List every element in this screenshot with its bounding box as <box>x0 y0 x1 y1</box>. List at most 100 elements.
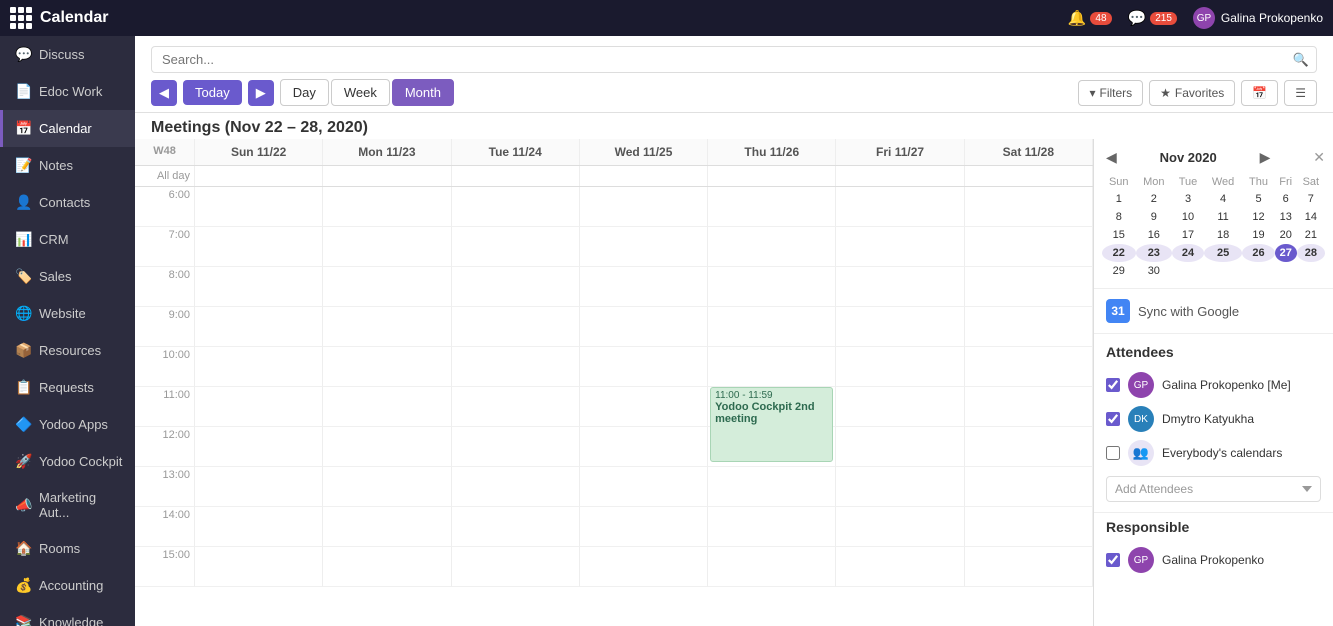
time-cell-8-6[interactable] <box>965 507 1093 547</box>
time-cell-7-1[interactable] <box>323 467 451 507</box>
mini-cal-day-1-4[interactable]: 5 <box>1242 190 1274 208</box>
mini-cal-day-4-0[interactable]: 22 <box>1102 244 1136 262</box>
time-cell-9-4[interactable] <box>708 547 836 587</box>
mini-cal-day-4-3[interactable]: 25 <box>1204 244 1242 262</box>
time-cell-7-4[interactable] <box>708 467 836 507</box>
sidebar-item-crm[interactable]: 📊 CRM <box>0 221 135 258</box>
time-cell-9-3[interactable] <box>580 547 708 587</box>
mini-cal-day-3-4[interactable]: 19 <box>1242 226 1274 244</box>
time-cell-0-3[interactable] <box>580 187 708 227</box>
time-cell-3-4[interactable] <box>708 307 836 347</box>
time-cell-9-2[interactable] <box>452 547 580 587</box>
notification-area[interactable]: 🔔 48 <box>1068 9 1112 27</box>
time-cell-4-2[interactable] <box>452 347 580 387</box>
mini-cal-day-1-3[interactable]: 4 <box>1204 190 1242 208</box>
time-cell-8-1[interactable] <box>323 507 451 547</box>
time-cell-5-6[interactable] <box>965 387 1093 427</box>
responsible-check[interactable] <box>1106 553 1120 567</box>
time-cell-2-1[interactable] <box>323 267 451 307</box>
grid-view-button[interactable]: 📅 <box>1241 80 1278 106</box>
mini-cal-day-3-1[interactable]: 16 <box>1136 226 1173 244</box>
time-cell-3-5[interactable] <box>836 307 964 347</box>
mini-cal-day-5-0[interactable]: 29 <box>1102 262 1136 280</box>
sidebar-item-notes[interactable]: 📝 Notes <box>0 147 135 184</box>
time-cell-4-0[interactable] <box>195 347 323 387</box>
time-cell-5-0[interactable] <box>195 387 323 427</box>
mini-cal-day-4-4[interactable]: 26 <box>1242 244 1274 262</box>
list-view-button[interactable]: ☰ <box>1284 80 1317 106</box>
time-cell-8-4[interactable] <box>708 507 836 547</box>
time-cell-9-0[interactable] <box>195 547 323 587</box>
sidebar-item-contacts[interactable]: 👤 Contacts <box>0 184 135 221</box>
time-cell-6-0[interactable] <box>195 427 323 467</box>
time-cell-3-2[interactable] <box>452 307 580 347</box>
time-cell-1-0[interactable] <box>195 227 323 267</box>
mini-cal-day-3-5[interactable]: 20 <box>1275 226 1297 244</box>
time-cell-5-5[interactable] <box>836 387 964 427</box>
add-attendees-select[interactable]: Add Attendees <box>1106 476 1321 502</box>
time-cell-7-6[interactable] <box>965 467 1093 507</box>
time-cell-5-3[interactable] <box>580 387 708 427</box>
mini-cal-day-2-2[interactable]: 10 <box>1172 208 1204 226</box>
everybody-check[interactable] <box>1106 446 1120 460</box>
time-cell-8-3[interactable] <box>580 507 708 547</box>
attendee-check-1[interactable] <box>1106 412 1120 426</box>
sidebar-item-resources[interactable]: 📦 Resources <box>0 332 135 369</box>
sidebar-item-discuss[interactable]: 💬 Discuss <box>0 36 135 73</box>
mini-cal-day-3-2[interactable]: 17 <box>1172 226 1204 244</box>
time-cell-2-0[interactable] <box>195 267 323 307</box>
time-cell-5-2[interactable] <box>452 387 580 427</box>
time-cell-2-3[interactable] <box>580 267 708 307</box>
time-cell-2-5[interactable] <box>836 267 964 307</box>
time-cell-1-1[interactable] <box>323 227 451 267</box>
mini-cal-day-1-0[interactable]: 1 <box>1102 190 1136 208</box>
sync-google-button[interactable]: 31 Sync with Google <box>1094 289 1333 334</box>
search-input[interactable] <box>151 46 1317 73</box>
time-cell-1-6[interactable] <box>965 227 1093 267</box>
time-cell-6-3[interactable] <box>580 427 708 467</box>
mini-cal-day-1-5[interactable]: 6 <box>1275 190 1297 208</box>
time-cell-9-6[interactable] <box>965 547 1093 587</box>
mini-cal-day-2-1[interactable]: 9 <box>1136 208 1173 226</box>
time-cell-1-2[interactable] <box>452 227 580 267</box>
mini-cal-day-2-0[interactable]: 8 <box>1102 208 1136 226</box>
time-cell-1-5[interactable] <box>836 227 964 267</box>
sidebar-item-edoc[interactable]: 📄 Edoc Work <box>0 73 135 110</box>
mini-cal-day-5-1[interactable]: 30 <box>1136 262 1173 280</box>
mini-cal-day-4-5[interactable]: 27 <box>1275 244 1297 262</box>
mini-cal-day-2-4[interactable]: 12 <box>1242 208 1274 226</box>
time-cell-0-6[interactable] <box>965 187 1093 227</box>
time-cell-4-3[interactable] <box>580 347 708 387</box>
sidebar-item-rooms[interactable]: 🏠 Rooms <box>0 530 135 567</box>
time-cell-4-4[interactable] <box>708 347 836 387</box>
sidebar-item-sales[interactable]: 🏷️ Sales <box>0 258 135 295</box>
time-cell-0-1[interactable] <box>323 187 451 227</box>
sidebar-item-yodoo-cockpit[interactable]: 🚀 Yodoo Cockpit <box>0 443 135 480</box>
time-cell-0-2[interactable] <box>452 187 580 227</box>
time-cell-6-1[interactable] <box>323 427 451 467</box>
time-cell-0-0[interactable] <box>195 187 323 227</box>
day-view-button[interactable]: Day <box>280 79 329 106</box>
mini-cal-day-3-6[interactable]: 21 <box>1297 226 1325 244</box>
mini-cal-prev[interactable]: ◀ <box>1102 147 1121 168</box>
time-cell-3-3[interactable] <box>580 307 708 347</box>
mini-cal-day-1-2[interactable]: 3 <box>1172 190 1204 208</box>
time-cell-5-1[interactable] <box>323 387 451 427</box>
time-cell-2-4[interactable] <box>708 267 836 307</box>
time-cell-0-5[interactable] <box>836 187 964 227</box>
mini-cal-day-2-3[interactable]: 11 <box>1204 208 1242 226</box>
time-cell-0-4[interactable] <box>708 187 836 227</box>
attendee-check-0[interactable] <box>1106 378 1120 392</box>
time-cell-8-5[interactable] <box>836 507 964 547</box>
sidebar-item-yodoo-apps[interactable]: 🔷 Yodoo Apps <box>0 406 135 443</box>
time-cell-7-0[interactable] <box>195 467 323 507</box>
next-button[interactable]: ▶ <box>248 80 274 106</box>
week-view-button[interactable]: Week <box>331 79 390 106</box>
mini-cal-day-3-0[interactable]: 15 <box>1102 226 1136 244</box>
time-cell-3-0[interactable] <box>195 307 323 347</box>
mini-cal-day-3-3[interactable]: 18 <box>1204 226 1242 244</box>
time-cell-6-5[interactable] <box>836 427 964 467</box>
time-cell-4-5[interactable] <box>836 347 964 387</box>
mini-cal-day-4-6[interactable]: 28 <box>1297 244 1325 262</box>
today-button[interactable]: Today <box>183 80 242 105</box>
